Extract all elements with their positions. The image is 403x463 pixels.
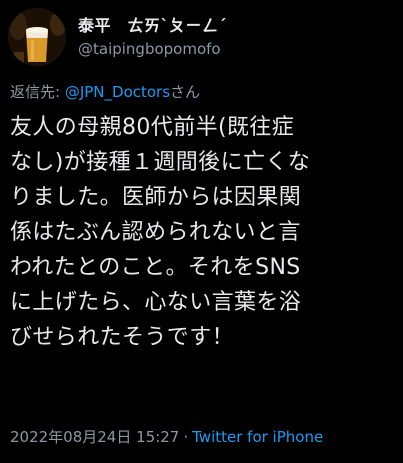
display-name[interactable]: 泰平 ㄊㄞˋㄆㄧㄥˊ xyxy=(78,15,227,37)
tweet-header: 泰平 ㄊㄞˋㄆㄧㄥˊ @taipingbopomofo xyxy=(8,8,227,66)
tweet-timestamp[interactable]: 2022年08月24日 15:27 xyxy=(10,428,179,446)
tweet-text: 友人の母親80代前半(既往症 なし)が接種１週間後に亡くな りました。医師からは… xyxy=(10,110,398,355)
reply-to-line: 返信先: @JPN_Doctorsさん xyxy=(10,81,200,103)
beer-glass-icon xyxy=(8,8,66,66)
tweet-source-link[interactable]: Twitter for iPhone xyxy=(192,428,323,446)
avatar[interactable] xyxy=(8,8,66,66)
tweet-text-line: に上げたら、心ない言葉を浴 xyxy=(10,290,302,315)
tweet-text-line: われたとのこと。それをSNS xyxy=(10,255,301,280)
meta-separator: · xyxy=(183,428,189,446)
reply-prefix: 返信先: xyxy=(10,83,65,101)
tweet: 泰平 ㄊㄞˋㄆㄧㄥˊ @taipingbopomofo 返信先: @JPN_Do… xyxy=(0,0,403,463)
tweet-text-line: りました。医師からは因果関 xyxy=(10,185,302,210)
reply-suffix: さん xyxy=(170,83,201,101)
tweet-text-line: 係はたぶん認められないと言 xyxy=(10,220,301,245)
user-handle[interactable]: @taipingbopomofo xyxy=(78,39,227,59)
user-names: 泰平 ㄊㄞˋㄆㄧㄥˊ @taipingbopomofo xyxy=(78,15,227,59)
tweet-text-line: 友人の母親80代前半(既往症 xyxy=(10,115,295,140)
tweet-text-line: なし)が接種１週間後に亡くな xyxy=(10,150,311,175)
tweet-meta: 2022年08月24日 15:27 · Twitter for iPhone xyxy=(10,427,323,447)
tweet-text-line: びせられたそうです！ xyxy=(10,325,235,350)
reply-mention-link[interactable]: @JPN_Doctors xyxy=(65,83,170,101)
